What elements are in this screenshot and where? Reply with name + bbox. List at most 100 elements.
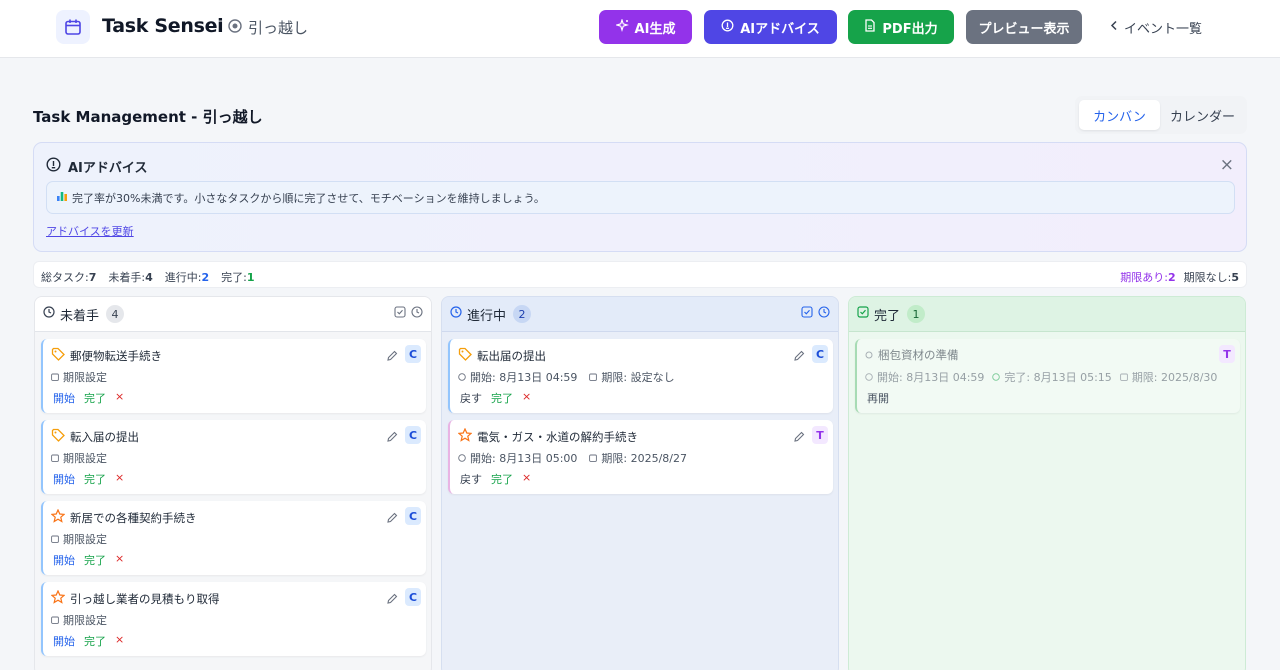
start-time: 開始: 8月13日 04:59: [865, 369, 984, 385]
close-icon[interactable]: ×: [1220, 155, 1234, 175]
move-back-button[interactable]: 戻す: [460, 471, 482, 487]
ai-advice-panel: AIアドバイス × 完了率が30%未満です。小さなタスクから順に完了させて、モチ…: [33, 142, 1247, 252]
delete-button[interactable]: ×: [115, 633, 124, 649]
category-badge: C: [405, 588, 421, 606]
pencil-icon[interactable]: [386, 509, 398, 528]
bar-chart-icon: [56, 190, 68, 205]
tab-kanban[interactable]: カンバン: [1079, 100, 1160, 130]
complete-button[interactable]: 完了: [84, 390, 106, 406]
pdf-export-button[interactable]: PDF出力: [848, 10, 954, 44]
task-title-row: 梱包資材の準備: [865, 347, 959, 363]
move-back-button[interactable]: 戻す: [460, 390, 482, 406]
complete-button[interactable]: 完了: [84, 633, 106, 649]
pencil-icon[interactable]: [793, 428, 805, 447]
pencil-icon[interactable]: [793, 347, 805, 366]
reopen-button[interactable]: 再開: [867, 390, 889, 406]
preview-label: プレビュー表示: [978, 21, 1070, 37]
task-card[interactable]: 郵便物転送手続き C 期限設定 開始 完了 ×: [41, 339, 426, 413]
tag-icon: [458, 347, 472, 364]
deadline-setting[interactable]: 期限設定: [63, 450, 107, 466]
delete-button[interactable]: ×: [115, 552, 124, 568]
clock-icon: [43, 306, 55, 322]
clock-icon[interactable]: [818, 306, 830, 322]
task-meta: 開始: 8月13日 04:59 期限: 設定なし: [458, 369, 675, 385]
tag-icon: [51, 347, 65, 364]
start-button[interactable]: 開始: [53, 471, 75, 487]
advice-header: AIアドバイス: [46, 157, 148, 176]
delete-button[interactable]: ×: [522, 390, 531, 406]
task-title-row: 郵便物転送手続き: [51, 347, 162, 364]
clock-icon: [450, 306, 462, 322]
bulb-icon: [46, 157, 61, 176]
event-name: 引っ越し: [248, 19, 309, 37]
delete-button[interactable]: ×: [115, 471, 124, 487]
bulb-icon: [721, 19, 734, 36]
advice-message: 完了率が30%未満です。小さなタスクから順に完了させて、モチベーションを維持しま…: [72, 191, 545, 205]
complete-button[interactable]: 完了: [84, 471, 106, 487]
deadline-setting[interactable]: 期限設定: [63, 612, 107, 628]
calendar-logo-icon: [56, 10, 90, 44]
check-square-icon[interactable]: [801, 306, 813, 322]
refresh-advice-link[interactable]: アドバイスを更新: [46, 223, 134, 239]
ai-generate-button[interactable]: AI生成: [599, 10, 692, 44]
column-title: 完了: [874, 308, 901, 324]
pencil-icon[interactable]: [386, 347, 398, 366]
category-badge: C: [405, 507, 421, 525]
stat-without-deadline: 期限なし:5: [1183, 271, 1239, 284]
stat-todo: 未着手:4: [108, 271, 153, 284]
preview-button[interactable]: プレビュー表示: [966, 10, 1082, 44]
deadline: 期限: 設定なし: [589, 369, 675, 385]
app-header: Task Sensei 引っ越し AI生成 AIアドバイス PDF出力 プレビュ…: [0, 0, 1280, 58]
page-title: Task Management - 引っ越し: [33, 108, 263, 126]
back-to-events-link[interactable]: イベント一覧: [1110, 18, 1202, 37]
task-card[interactable]: 転出届の提出 C 開始: 8月13日 04:59 期限: 設定なし 戻す 完了 …: [448, 339, 833, 413]
advice-message-box: 完了率が30%未満です。小さなタスクから順に完了させて、モチベーションを維持しま…: [46, 181, 1235, 214]
pencil-icon[interactable]: [386, 590, 398, 609]
task-title: 電気・ガス・水道の解約手続き: [477, 429, 638, 444]
stat-with-deadline: 期限あり:2: [1120, 271, 1176, 284]
category-badge: C: [812, 345, 828, 363]
start-button[interactable]: 開始: [53, 552, 75, 568]
task-meta: 期限設定: [51, 369, 107, 385]
category-badge: C: [405, 345, 421, 363]
task-card[interactable]: 電気・ガス・水道の解約手続き T 開始: 8月13日 05:00 期限: 202…: [448, 420, 833, 494]
task-meta: 期限設定: [51, 531, 107, 547]
deadline: 期限: 2025/8/27: [589, 450, 687, 466]
task-actions: 戻す 完了 ×: [460, 390, 531, 406]
start-button[interactable]: 開始: [53, 390, 75, 406]
task-card[interactable]: 梱包資材の準備 T 開始: 8月13日 04:59 完了: 8月13日 05:1…: [855, 339, 1240, 413]
start-button[interactable]: 開始: [53, 633, 75, 649]
deadline-setting[interactable]: 期限設定: [63, 369, 107, 385]
star-icon: [50, 589, 66, 607]
complete-button[interactable]: 完了: [491, 390, 513, 406]
app-title: Task Sensei: [102, 15, 224, 37]
tab-calendar[interactable]: カレンダー: [1162, 100, 1243, 130]
deadline-setting[interactable]: 期限設定: [63, 531, 107, 547]
complete-button[interactable]: 完了: [491, 471, 513, 487]
delete-button[interactable]: ×: [522, 471, 531, 487]
pencil-icon[interactable]: [386, 428, 398, 447]
pdf-export-label: PDF出力: [882, 21, 938, 37]
task-actions: 開始 完了 ×: [53, 633, 124, 649]
ai-advice-button[interactable]: AIアドバイス: [704, 10, 837, 44]
task-card[interactable]: 引っ越し業者の見積もり取得 C 期限設定 開始 完了 ×: [41, 582, 426, 656]
column-title: 進行中: [467, 308, 507, 324]
task-title-row: 電気・ガス・水道の解約手続き: [457, 427, 638, 445]
sparkle-icon: [614, 17, 629, 36]
completed-time: 完了: 8月13日 05:15: [992, 369, 1112, 385]
check-square-icon[interactable]: [394, 306, 406, 322]
delete-button[interactable]: ×: [115, 390, 124, 406]
ai-generate-label: AI生成: [634, 21, 676, 37]
task-stats-bar: 総タスク:7 未着手:4 進行中:2 完了:1 期限あり:2 期限なし:5: [33, 261, 1247, 288]
task-title-row: 新居での各種契約手続き: [50, 508, 197, 526]
complete-button[interactable]: 完了: [84, 552, 106, 568]
task-card[interactable]: 転入届の提出 C 期限設定 開始 完了 ×: [41, 420, 426, 494]
task-card[interactable]: 新居での各種契約手続き C 期限設定 開始 完了 ×: [41, 501, 426, 575]
task-title: 引っ越し業者の見積もり取得: [70, 591, 220, 606]
stat-total: 総タスク:7: [41, 271, 97, 284]
category-badge: T: [812, 426, 828, 444]
task-meta: 期限設定: [51, 450, 107, 466]
task-title-row: 転入届の提出: [51, 428, 139, 445]
clock-icon[interactable]: [411, 306, 423, 322]
target-icon: [228, 18, 242, 37]
